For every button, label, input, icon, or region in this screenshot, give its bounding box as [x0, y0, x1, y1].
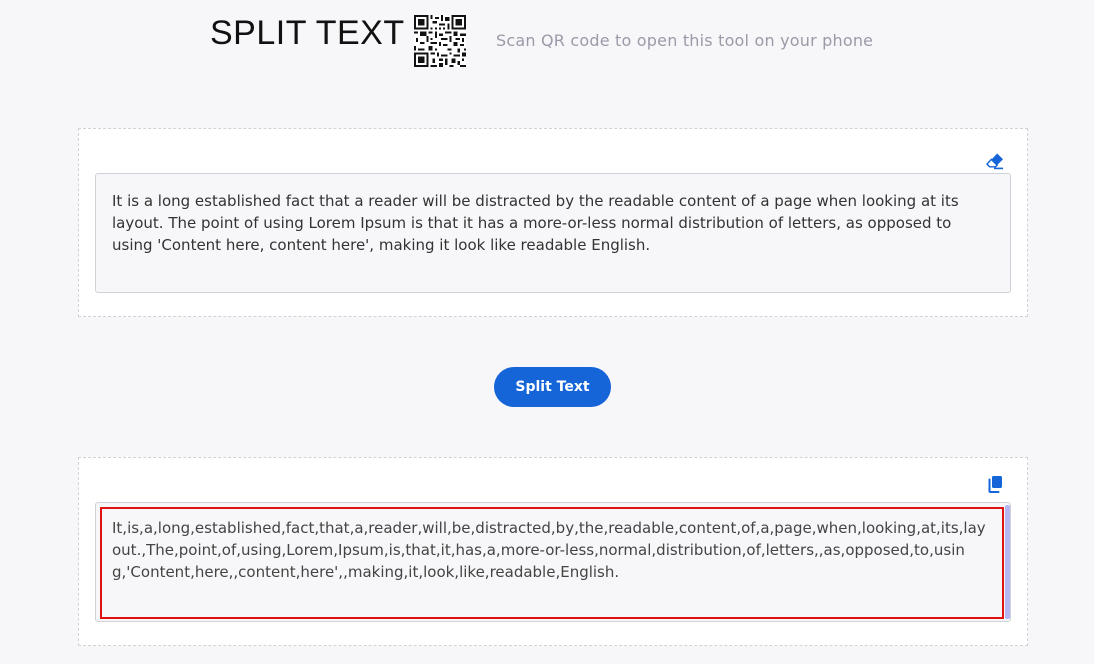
split-text-button[interactable]: Split Text: [494, 367, 611, 407]
page-title: SPLIT TEXT: [210, 14, 405, 52]
page-header: SPLIT TEXT Scan QR code to open this too…: [0, 0, 1094, 80]
eraser-icon[interactable]: [985, 151, 1005, 171]
input-textarea[interactable]: It is a long established fact that a rea…: [95, 173, 1011, 293]
qr-code-icon: [414, 15, 466, 67]
input-panel: It is a long established fact that a rea…: [78, 128, 1028, 317]
output-scrollbar[interactable]: [1005, 505, 1010, 619]
output-textarea[interactable]: It,is,a,long,established,fact,that,a,rea…: [95, 502, 1011, 622]
output-panel: It,is,a,long,established,fact,that,a,rea…: [78, 457, 1028, 646]
output-text: It,is,a,long,established,fact,that,a,rea…: [100, 507, 1004, 619]
copy-icon[interactable]: [985, 474, 1005, 494]
qr-caption: Scan QR code to open this tool on your p…: [496, 31, 874, 50]
